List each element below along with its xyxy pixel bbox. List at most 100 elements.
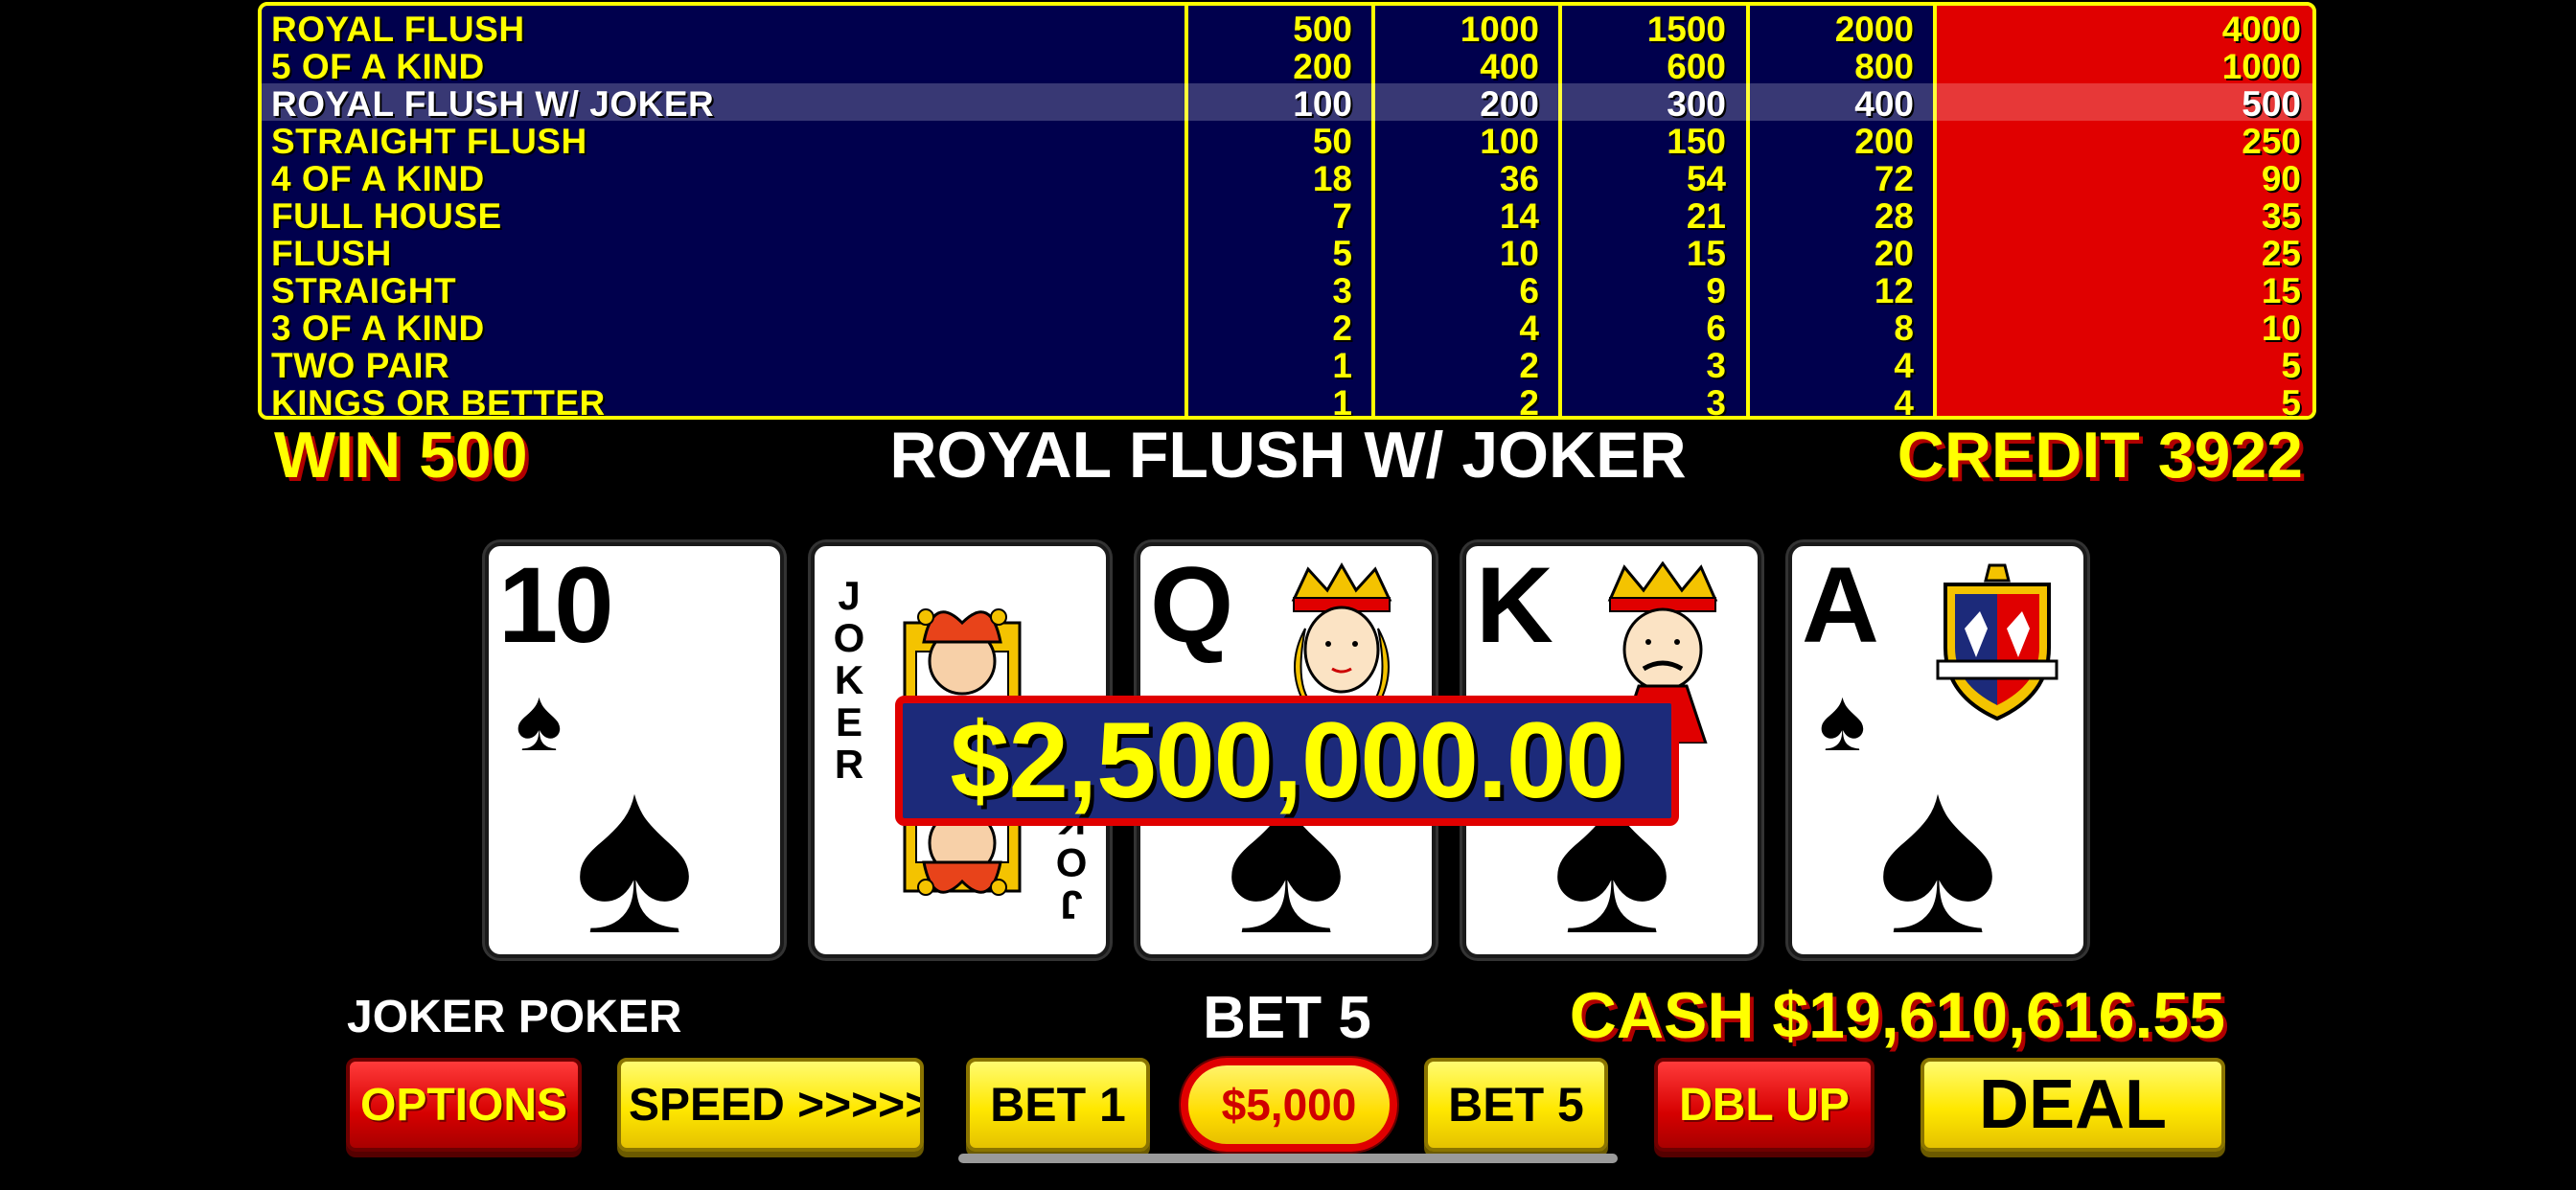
payout-value: 36	[1499, 159, 1539, 198]
payout-value: 200	[1293, 47, 1352, 86]
payout-value: 1	[1332, 383, 1352, 420]
payout-value: 15	[2261, 271, 2301, 310]
payout-value: 8	[1894, 309, 1914, 348]
payout-value: 6	[1519, 271, 1539, 310]
paytable-row: FLUSH 5 10 15 20 25	[262, 235, 2312, 272]
paytable-row: 3 OF A KIND 2 4 6 8 10	[262, 309, 2312, 347]
payout-value: 3	[1332, 271, 1352, 310]
payout-value: 5	[1332, 234, 1352, 273]
payout-value: 18	[1312, 159, 1352, 198]
payout-value: 5	[2281, 383, 2301, 420]
hand-name: FLUSH	[271, 234, 392, 273]
payout-value: 100	[1293, 84, 1352, 124]
payout-value: 1	[1332, 346, 1352, 385]
payout-value: 90	[2261, 159, 2301, 198]
payout-value: 9	[1706, 271, 1726, 310]
paytable-row: 4 OF A KIND 18 36 54 72 90	[262, 160, 2312, 197]
payout-value: 3	[1706, 346, 1726, 385]
paytable-rows: ROYAL FLUSH 500 1000 1500 2000 4000 5 OF A KIN…	[262, 11, 2312, 420]
paytable-row: ROYAL FLUSH 500 1000 1500 2000 4000	[262, 11, 2312, 48]
payout-value: 54	[1686, 159, 1726, 198]
payout-value: 800	[1854, 47, 1914, 86]
payout-value: 4	[1894, 383, 1914, 420]
cash-display: CASH $19,610,616.55	[1569, 979, 2225, 1052]
card-rank: K	[1476, 545, 1553, 665]
spade-icon: ♠	[573, 724, 696, 958]
payout-value: 1000	[2221, 47, 2301, 86]
payout-value: 25	[2261, 234, 2301, 273]
payout-value: 1000	[1460, 10, 1539, 49]
denomination-button[interactable]: $5,000	[1181, 1058, 1397, 1152]
payout-value: 500	[1293, 10, 1352, 49]
payout-value: 500	[2242, 84, 2301, 124]
card-rank: Q	[1150, 545, 1233, 665]
card-rank: 10	[498, 545, 614, 665]
paytable: ROYAL FLUSH 500 1000 1500 2000 4000 5 OF A KIN…	[258, 2, 2316, 420]
spade-icon: ♠	[1876, 724, 1999, 958]
win-amount: WIN 500	[274, 419, 528, 492]
bet-one-button[interactable]: BET 1	[966, 1058, 1150, 1152]
payout-value: 2	[1519, 346, 1539, 385]
payout-value: 1500	[1646, 10, 1726, 49]
payout-value: 6	[1706, 309, 1726, 348]
payout-value: 4000	[2221, 10, 2301, 49]
hand-name: ROYAL FLUSH W/ JOKER	[271, 84, 715, 124]
crest-icon	[1936, 563, 2058, 721]
payout-value: 400	[1854, 84, 1914, 124]
paytable-row: FULL HOUSE 7 14 21 28 35	[262, 197, 2312, 235]
paytable-row: STRAIGHT 3 6 9 12 15	[262, 272, 2312, 309]
hand-name: TWO PAIR	[271, 346, 450, 385]
hand-name: STRAIGHT FLUSH	[271, 122, 587, 161]
payout-value: 4	[1519, 309, 1539, 348]
bet-amount: BET 5	[1203, 985, 1371, 1051]
payout-value: 250	[2242, 122, 2301, 161]
hand-name: 5 OF A KIND	[271, 47, 485, 86]
paytable-row: TWO PAIR 1 2 3 4 5	[262, 347, 2312, 384]
payout-value: 400	[1480, 47, 1539, 86]
card-rank: A	[1802, 545, 1879, 665]
game-name: JOKER POKER	[347, 992, 682, 1042]
payout-value: 35	[2261, 196, 2301, 236]
payout-value: 600	[1667, 47, 1726, 86]
payout-value: 72	[1874, 159, 1914, 198]
payout-value: 10	[2261, 309, 2301, 348]
double-up-button[interactable]: DBL UP	[1654, 1058, 1874, 1152]
bet-max-button[interactable]: BET 5	[1424, 1058, 1608, 1152]
payout-value: 300	[1667, 84, 1726, 124]
payout-value: 2	[1332, 309, 1352, 348]
hand-name: 4 OF A KIND	[271, 159, 485, 198]
payout-value: 21	[1686, 196, 1726, 236]
payout-value: 5	[2281, 346, 2301, 385]
queen-face-icon	[1291, 561, 1392, 705]
payout-value: 200	[1854, 122, 1914, 161]
payout-value: 150	[1667, 122, 1726, 161]
payout-value: 2000	[1834, 10, 1914, 49]
hand-name: 3 OF A KIND	[271, 309, 485, 348]
hand-name: KINGS OR BETTER	[271, 383, 606, 420]
payout-value: 3	[1706, 383, 1726, 420]
payout-value: 20	[1874, 234, 1914, 273]
paytable-row: KINGS OR BETTER 1 2 3 4 5	[262, 383, 2312, 420]
payout-value: 28	[1874, 196, 1914, 236]
paytable-row: 5 OF A KIND 200 400 600 800 1000	[262, 48, 2312, 85]
options-button[interactable]: OPTIONS	[346, 1058, 582, 1152]
jackpot-amount: $2,500,000.00	[895, 696, 1679, 826]
payout-value: 4	[1894, 346, 1914, 385]
card-ten-of-spades[interactable]: 10 ♠ ♠	[485, 542, 784, 958]
payout-value: 15	[1686, 234, 1726, 273]
speed-button[interactable]: SPEED >>>>>	[617, 1058, 924, 1152]
hand-name: STRAIGHT	[271, 271, 457, 310]
payout-value: 12	[1874, 271, 1914, 310]
deal-button[interactable]: DEAL	[1920, 1058, 2225, 1152]
payout-value: 14	[1499, 196, 1539, 236]
credit-display: CREDIT 3922	[1897, 419, 2303, 492]
card-ace-of-spades[interactable]: A ♠ ♠	[1788, 542, 2087, 958]
home-indicator[interactable]	[958, 1154, 1618, 1163]
paytable-row: STRAIGHT FLUSH 50 100 150 200 250	[262, 123, 2312, 160]
payout-value: 200	[1480, 84, 1539, 124]
paytable-row: ROYAL FLUSH W/ JOKER 100 200 300 400 500	[262, 85, 2312, 123]
payout-value: 10	[1499, 234, 1539, 273]
hand-name: FULL HOUSE	[271, 196, 502, 236]
hand-name: ROYAL FLUSH	[271, 10, 525, 49]
joker-letters: JOKER	[833, 573, 865, 787]
